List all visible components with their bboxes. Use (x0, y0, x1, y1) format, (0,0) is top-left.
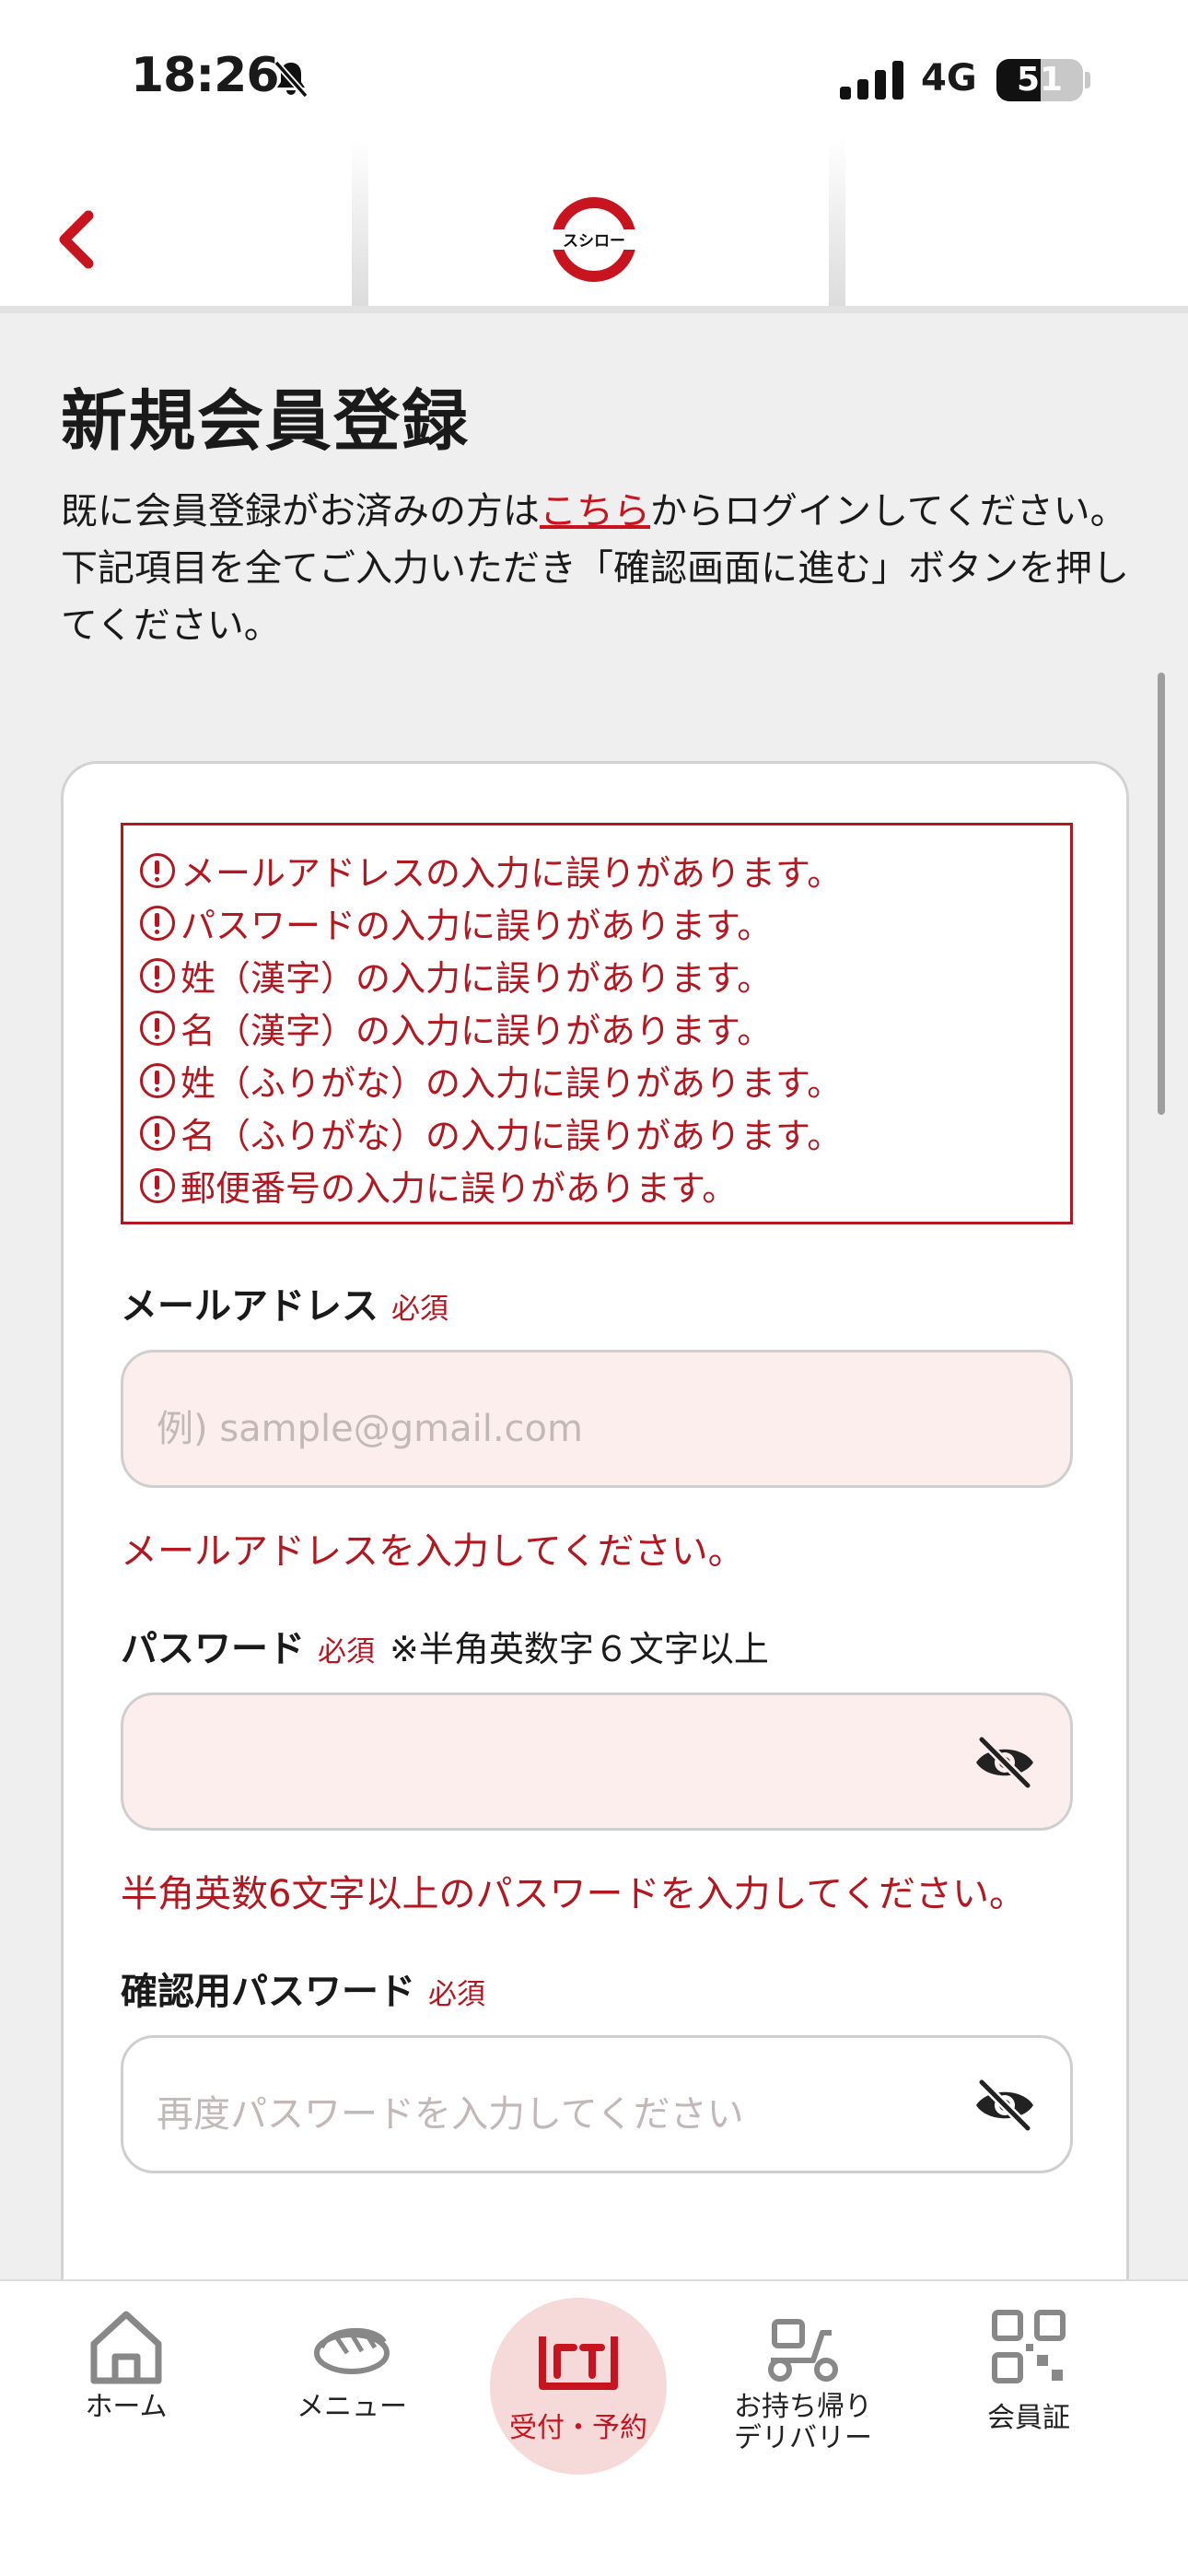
email-label: メールアドレス 必須 (121, 1285, 448, 1328)
error-item: パスワードの入力に誤りがあります。 (140, 896, 1054, 949)
eye-off-icon[interactable] (973, 1734, 1037, 1791)
password-field[interactable] (121, 1692, 1073, 1831)
header-divider (829, 138, 845, 306)
tab-home[interactable]: ホーム (34, 2305, 218, 2423)
tab-label: 会員証 (987, 2402, 1070, 2434)
error-item: 姓（漢字）の入力に誤りがあります。 (140, 949, 1054, 1001)
password-error: 半角英数6文字以上のパスワードを入力してください。 (121, 1873, 1027, 1915)
app-header: スシロー (0, 138, 1188, 313)
page-title: 新規会員登録 (61, 382, 471, 460)
alert-circle-icon (140, 1167, 175, 1203)
email-field[interactable]: 例) sample@gmail.com (121, 1350, 1073, 1488)
password-note: ※半角英数字６文字以上 (390, 1629, 769, 1669)
error-item: 郵便番号の入力に誤りがあります。 (140, 1159, 1054, 1212)
back-button[interactable] (46, 203, 111, 276)
tab-delivery[interactable]: お持ち帰り デリバリー (711, 2305, 895, 2454)
tab-label: 受付・予約 (509, 2412, 647, 2444)
tab-membership-card[interactable]: 会員証 (937, 2305, 1121, 2434)
qr-code-icon (992, 2310, 1066, 2383)
status-time: 18:26 (131, 48, 280, 103)
delivery-scooter-icon (768, 2319, 838, 2382)
intro-text: 既に会員登録がお済みの方はこちらからログインしてください。 下記項目を全てご入力… (61, 483, 1129, 654)
cellular-signal-icon (840, 61, 903, 100)
alert-circle-icon (140, 852, 175, 888)
bell-muted-icon (274, 60, 309, 99)
email-placeholder: 例) sample@gmail.com (157, 1408, 583, 1450)
intro-prefix: 既に会員登録がお済みの方は (61, 490, 540, 533)
sushiro-logo[interactable]: スシロー (550, 195, 638, 284)
sushi-icon (314, 2328, 390, 2374)
password-label: パスワード 必須 ※半角英数字６文字以上 (121, 1619, 769, 1672)
alert-circle-icon (140, 905, 175, 941)
error-summary: メールアドレスの入力に誤りがあります。 パスワードの入力に誤りがあります。 姓（… (121, 823, 1073, 1224)
error-item: 名（ふりがな）の入力に誤りがあります。 (140, 1107, 1054, 1159)
email-error: メールアドレスを入力してください。 (121, 1530, 745, 1573)
error-item: メールアドレスの入力に誤りがあります。 (140, 844, 1054, 896)
registration-form-card: メールアドレスの入力に誤りがあります。 パスワードの入力に誤りがあります。 姓（… (61, 761, 1129, 2346)
confirm-password-label: 確認用パスワード 必須 (121, 1971, 485, 2013)
error-item: 名（漢字）の入力に誤りがあります。 (140, 1001, 1054, 1054)
eye-off-icon[interactable] (973, 2077, 1037, 2134)
login-link[interactable]: こちら (540, 490, 650, 533)
tab-menu[interactable]: メニュー (260, 2305, 444, 2423)
alert-circle-icon (140, 957, 175, 993)
required-badge: 必須 (391, 1293, 448, 1326)
tab-label: メニュー (297, 2391, 407, 2423)
tab-reception[interactable]: 受付・予約 (490, 2298, 667, 2475)
bottom-tab-bar: ホーム メニュー 受付・予約 お持ち帰り デリバリー 会員証 (0, 2279, 1188, 2576)
confirm-password-placeholder: 再度パスワードを入力してください (157, 2093, 744, 2136)
error-item: 姓（ふりがな）の入力に誤りがあります。 (140, 1054, 1054, 1107)
intro-suffix: からログインしてください。 (650, 490, 1127, 533)
home-icon (90, 2311, 162, 2384)
scrollbar[interactable] (1158, 673, 1165, 1115)
tab-label: お持ち帰り デリバリー (734, 2391, 872, 2454)
tab-label: ホーム (85, 2391, 168, 2423)
alert-circle-icon (140, 1062, 175, 1098)
reception-icon (539, 2336, 618, 2390)
alert-circle-icon (140, 1115, 175, 1151)
header-divider (352, 138, 368, 306)
battery-icon: 51 (996, 59, 1083, 101)
intro-instruction: 下記項目を全てご入力いただき「確認画面に進む」ボタンを押してください。 (61, 547, 1129, 647)
status-bar: 18:26 4G 51 (0, 0, 1188, 138)
required-badge: 必須 (318, 1635, 375, 1669)
battery-level: 51 (1016, 61, 1064, 99)
battery-tip (1085, 72, 1090, 88)
logo-text: スシロー (563, 232, 625, 251)
confirm-password-field[interactable]: 再度パスワードを入力してください (121, 2035, 1073, 2173)
required-badge: 必須 (428, 1978, 485, 2011)
network-type: 4G (921, 57, 977, 100)
alert-circle-icon (140, 1010, 175, 1046)
